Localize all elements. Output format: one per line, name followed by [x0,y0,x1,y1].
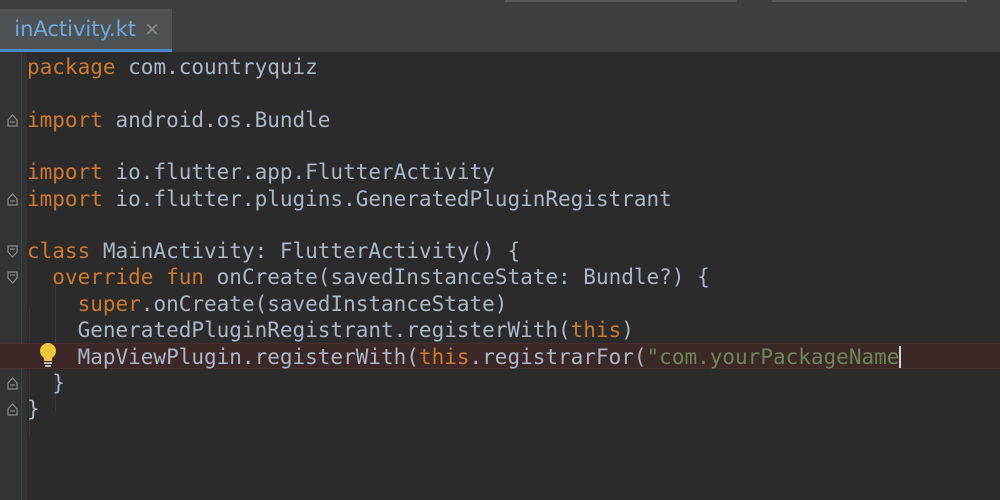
fold-end-icon[interactable] [7,192,18,206]
close-icon[interactable]: × [144,18,160,40]
code-keyword: this [418,345,470,370]
tab-label: inActivity.kt [14,17,136,41]
code-line[interactable]: package com.countryquiz [27,54,318,80]
code-text: onCreate(savedInstanceState: Bundle?) { [204,265,710,290]
fold-start-icon[interactable] [7,271,18,285]
code-text: .onCreate(savedInstanceState) [140,291,508,316]
code-text: } [27,370,65,395]
code-line[interactable]: } [27,396,40,422]
editor-tab-bar: inActivity.kt × [0,0,1000,53]
code-line[interactable]: super.onCreate(savedInstanceState) [27,291,508,317]
ide-window: inActivity.kt × package com.countryquiz i… [0,0,1000,500]
code-keyword: class [27,239,91,264]
code-line[interactable]: import android.os.Bundle [27,107,330,133]
code-keyword: super [77,291,141,316]
gutter-separator [21,53,22,500]
code-keyword: import [27,107,103,132]
code-line[interactable]: import io.flutter.app.FlutterActivity [27,159,495,185]
fold-end-icon[interactable] [7,402,18,416]
code-keyword: this [570,318,622,342]
code-line[interactable]: class MainActivity: FlutterActivity() { [27,238,520,264]
fold-end-icon[interactable] [7,113,18,127]
fold-end-icon[interactable] [7,376,18,390]
code-line[interactable]: import io.flutter.plugins.GeneratedPlugi… [27,186,672,212]
code-editor[interactable]: package com.countryquiz import android.os… [0,53,1000,500]
lightbulb-icon[interactable] [37,341,59,369]
code-text: .registrarFor( [469,345,647,370]
code-text: GeneratedPluginRegistrant.registerWith( [27,318,571,342]
code-text: io.flutter.plugins.GeneratedPluginRegist… [102,186,672,211]
code-string: "com.yourPackageName [646,345,900,370]
toolbar-strip [772,0,967,2]
code-keyword: package [27,55,116,79]
code-keyword: import [27,160,103,185]
code-keyword: override fun [52,265,205,290]
code-line[interactable]: GeneratedPluginRegistrant.registerWith(t… [27,317,634,343]
code-text: MainActivity: FlutterActivity() { [90,239,521,264]
text-cursor [899,345,902,368]
code-text: com.countryquiz [115,55,318,79]
code-text: MapViewPlugin.registerWith( [27,345,419,370]
code-line-error[interactable]: MapViewPlugin.registerWith(this.registra… [0,343,1000,370]
code-line[interactable]: } [27,370,65,396]
toolbar-strip [505,0,737,2]
code-text: ) [621,318,634,342]
code-text: } [27,396,40,421]
fold-start-icon[interactable] [7,245,18,258]
code-line[interactable]: override fun onCreate(savedInstanceState… [27,264,710,290]
code-keyword: import [27,186,103,211]
tab-main-activity[interactable]: inActivity.kt × [0,9,172,52]
code-text: android.os.Bundle [102,107,331,132]
code-text: io.flutter.app.FlutterActivity [102,160,495,185]
